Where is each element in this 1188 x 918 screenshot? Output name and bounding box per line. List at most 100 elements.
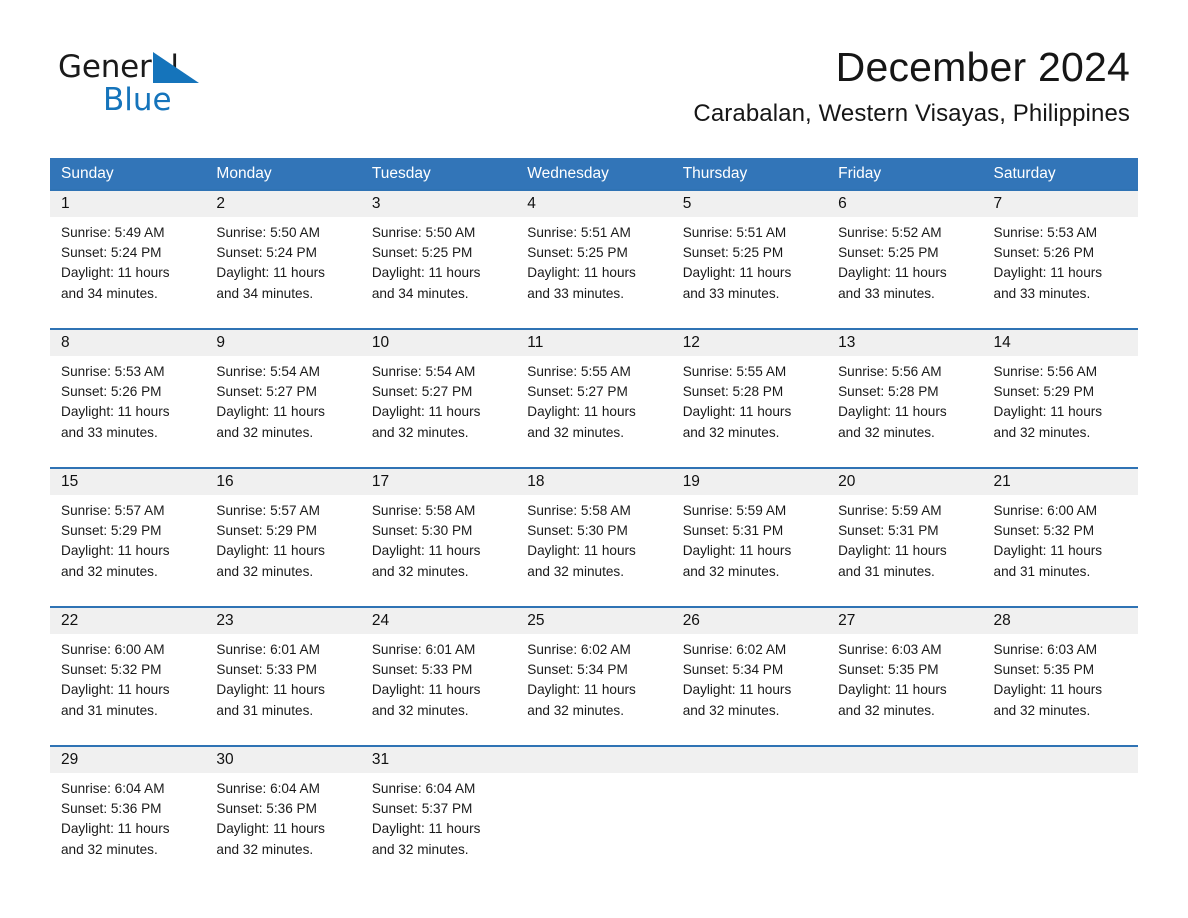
daylight-text-line1: Daylight: 11 hours bbox=[838, 404, 947, 420]
sunset-text: Sunset: 5:33 PM bbox=[371, 662, 473, 678]
day-number[interactable]: 4 bbox=[516, 191, 671, 217]
sunrise-text: Sunrise: 5:50 AM bbox=[216, 225, 320, 240]
sunrise-text: Sunrise: 5:54 AM bbox=[371, 364, 476, 379]
daylight-text-line2: and 32 minutes. bbox=[216, 563, 314, 579]
daylight-text-line1: Daylight: 11 hours bbox=[216, 543, 325, 559]
day-cell: Sunrise: 5:53 AM Sunset: 5:26 PM Dayligh… bbox=[50, 362, 205, 446]
daylight-text-line1: Daylight: 11 hours bbox=[371, 821, 481, 837]
sunset-text: Sunset: 5:28 PM bbox=[838, 384, 939, 400]
week-daynumber-band: 29 30 31 bbox=[50, 747, 1138, 773]
sunrise-text: Sunrise: 6:04 AM bbox=[61, 781, 165, 796]
day-number[interactable]: 22 bbox=[50, 608, 205, 634]
day-number[interactable]: 17 bbox=[361, 469, 516, 495]
week-daynumber-band: 8 9 10 11 12 13 14 bbox=[50, 330, 1138, 356]
sunset-text: Sunset: 5:29 PM bbox=[216, 523, 317, 539]
daylight-text-line2: and 34 minutes. bbox=[61, 285, 158, 301]
day-number[interactable]: 27 bbox=[827, 608, 982, 634]
daylight-text-line1: Daylight: 11 hours bbox=[61, 265, 170, 281]
day-number[interactable]: 5 bbox=[672, 191, 827, 217]
day-cell-empty bbox=[983, 779, 1138, 863]
week-daynumber-band: 22 23 24 25 26 27 28 bbox=[50, 608, 1138, 634]
day-number[interactable]: 15 bbox=[50, 469, 205, 495]
day-cell: Sunrise: 5:56 AM Sunset: 5:29 PM Dayligh… bbox=[983, 362, 1138, 446]
daylight-text-line1: Daylight: 11 hours bbox=[527, 265, 636, 281]
daylight-text-line2: and 32 minutes. bbox=[527, 563, 624, 579]
day-number[interactable]: 26 bbox=[672, 608, 827, 634]
daylight-text-line1: Daylight: 11 hours bbox=[838, 682, 947, 698]
weekday-wednesday: Wednesday bbox=[527, 165, 609, 182]
page-header: General Blue December 2024 Carabalan, We… bbox=[0, 0, 1188, 127]
day-number[interactable]: 3 bbox=[361, 191, 516, 217]
daylight-text-line2: and 32 minutes. bbox=[371, 702, 469, 718]
daylight-text-line2: and 31 minutes. bbox=[216, 702, 314, 718]
day-number[interactable]: 31 bbox=[361, 747, 516, 773]
day-number-empty bbox=[983, 747, 1138, 773]
day-number[interactable]: 10 bbox=[361, 330, 516, 356]
day-number[interactable]: 1 bbox=[50, 191, 205, 217]
day-number[interactable]: 28 bbox=[983, 608, 1138, 634]
weekday-header-row: Sunday Monday Tuesday Wednesday Thursday… bbox=[50, 158, 1138, 189]
daylight-text-line2: and 34 minutes. bbox=[371, 285, 469, 301]
daylight-text-line2: and 33 minutes. bbox=[682, 285, 780, 301]
day-number[interactable]: 16 bbox=[205, 469, 360, 495]
day-cell: Sunrise: 5:52 AM Sunset: 5:25 PM Dayligh… bbox=[827, 223, 982, 307]
day-cell: Sunrise: 6:01 AM Sunset: 5:33 PM Dayligh… bbox=[361, 640, 516, 724]
day-number[interactable]: 24 bbox=[361, 608, 516, 634]
week-row: 8 9 10 11 12 13 14 Sunrise: 5:53 AM Suns… bbox=[50, 328, 1138, 467]
day-cell: Sunrise: 5:54 AM Sunset: 5:27 PM Dayligh… bbox=[361, 362, 516, 446]
daylight-text-line1: Daylight: 11 hours bbox=[527, 543, 636, 559]
daylight-text-line2: and 32 minutes. bbox=[527, 424, 624, 440]
sunset-text: Sunset: 5:36 PM bbox=[61, 801, 162, 817]
day-cell: Sunrise: 5:50 AM Sunset: 5:25 PM Dayligh… bbox=[361, 223, 516, 307]
sunset-text: Sunset: 5:35 PM bbox=[993, 662, 1095, 678]
day-number[interactable]: 12 bbox=[672, 330, 827, 356]
day-number[interactable]: 20 bbox=[827, 469, 982, 495]
day-cell-empty bbox=[827, 779, 982, 863]
day-cell: Sunrise: 5:55 AM Sunset: 5:27 PM Dayligh… bbox=[516, 362, 671, 446]
day-number[interactable]: 19 bbox=[672, 469, 827, 495]
day-cell: Sunrise: 5:50 AM Sunset: 5:24 PM Dayligh… bbox=[205, 223, 360, 307]
logo-text-blue: Blue bbox=[103, 82, 172, 118]
day-number[interactable]: 23 bbox=[205, 608, 360, 634]
day-number[interactable]: 6 bbox=[827, 191, 982, 217]
sunrise-text: Sunrise: 5:56 AM bbox=[993, 364, 1098, 379]
day-cell: Sunrise: 5:58 AM Sunset: 5:30 PM Dayligh… bbox=[516, 501, 671, 585]
day-number-empty bbox=[672, 747, 827, 773]
daylight-text-line1: Daylight: 11 hours bbox=[838, 543, 947, 559]
day-cell: Sunrise: 6:01 AM Sunset: 5:33 PM Dayligh… bbox=[205, 640, 360, 724]
week-spacer bbox=[50, 724, 1138, 745]
week-detail-band: Sunrise: 5:49 AM Sunset: 5:24 PM Dayligh… bbox=[50, 217, 1138, 307]
day-cell: Sunrise: 5:51 AM Sunset: 5:25 PM Dayligh… bbox=[516, 223, 671, 307]
daylight-text-line2: and 33 minutes. bbox=[527, 285, 624, 301]
day-number[interactable]: 9 bbox=[205, 330, 360, 356]
generalblue-logo[interactable]: General Blue bbox=[58, 50, 288, 116]
sunset-text: Sunset: 5:35 PM bbox=[838, 662, 939, 678]
sunset-text: Sunset: 5:25 PM bbox=[527, 245, 628, 261]
day-number[interactable]: 29 bbox=[50, 747, 205, 773]
day-cell: Sunrise: 6:02 AM Sunset: 5:34 PM Dayligh… bbox=[672, 640, 827, 724]
day-number[interactable]: 21 bbox=[983, 469, 1138, 495]
sunset-text: Sunset: 5:33 PM bbox=[216, 662, 317, 678]
day-number[interactable]: 14 bbox=[983, 330, 1138, 356]
sunset-text: Sunset: 5:32 PM bbox=[61, 662, 162, 678]
week-detail-band: Sunrise: 6:00 AM Sunset: 5:32 PM Dayligh… bbox=[50, 634, 1138, 724]
week-spacer bbox=[50, 446, 1138, 467]
daylight-text-line1: Daylight: 11 hours bbox=[993, 265, 1103, 281]
weekday-sunday: Sunday bbox=[61, 165, 114, 182]
daylight-text-line1: Daylight: 11 hours bbox=[682, 543, 792, 559]
sunrise-text: Sunrise: 5:57 AM bbox=[61, 503, 165, 518]
daylight-text-line2: and 32 minutes. bbox=[216, 424, 314, 440]
day-number[interactable]: 2 bbox=[205, 191, 360, 217]
day-number[interactable]: 30 bbox=[205, 747, 360, 773]
daylight-text-line2: and 32 minutes. bbox=[527, 702, 624, 718]
day-number[interactable]: 11 bbox=[516, 330, 671, 356]
daylight-text-line1: Daylight: 11 hours bbox=[61, 682, 170, 698]
day-cell: Sunrise: 6:02 AM Sunset: 5:34 PM Dayligh… bbox=[516, 640, 671, 724]
day-number[interactable]: 25 bbox=[516, 608, 671, 634]
day-number[interactable]: 18 bbox=[516, 469, 671, 495]
day-number[interactable]: 13 bbox=[827, 330, 982, 356]
day-number[interactable]: 7 bbox=[983, 191, 1138, 217]
day-number[interactable]: 8 bbox=[50, 330, 205, 356]
daylight-text-line2: and 33 minutes. bbox=[993, 285, 1091, 301]
daylight-text-line2: and 32 minutes. bbox=[993, 424, 1091, 440]
